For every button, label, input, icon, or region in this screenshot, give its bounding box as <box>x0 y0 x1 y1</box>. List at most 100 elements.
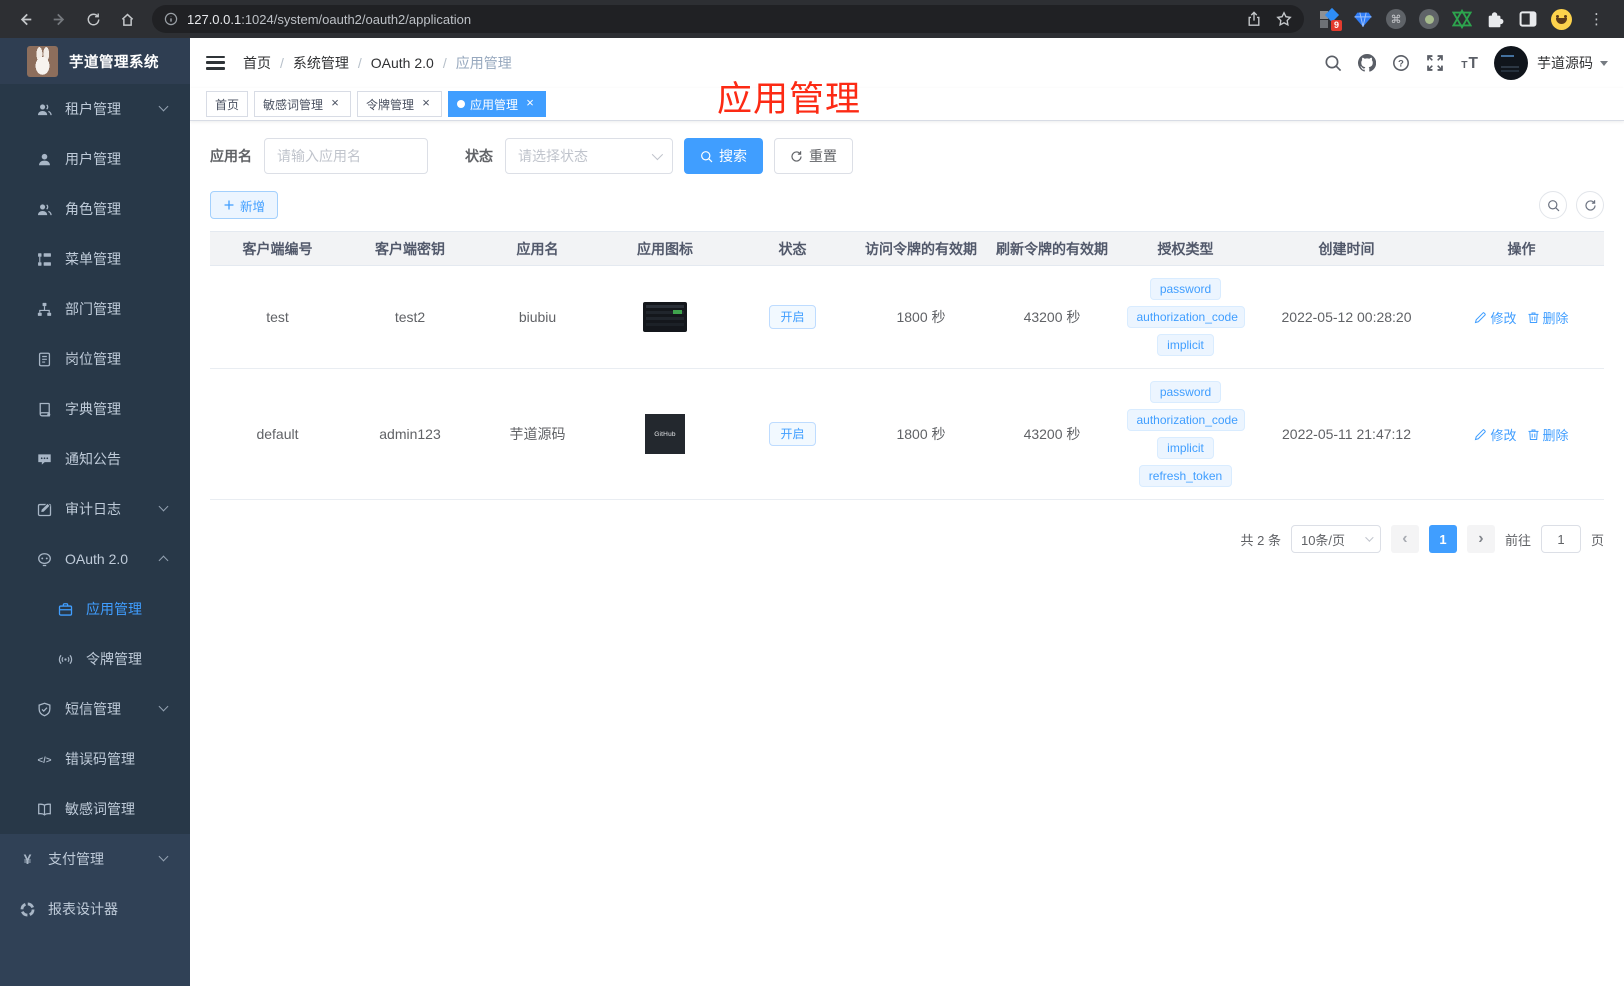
chevron-down-icon <box>1365 533 1374 542</box>
sidebar-root-block: ¥ 支付管理 报表设计器 <box>0 834 190 934</box>
briefcase-icon <box>57 601 73 617</box>
announce-icon <box>36 451 52 467</box>
fullscreen-icon[interactable] <box>1425 54 1444 73</box>
page-size-select[interactable]: 10条/页 <box>1290 525 1381 553</box>
badge-icon <box>36 351 52 367</box>
help-icon[interactable]: ? <box>1391 54 1410 73</box>
sidebar-item-sensitive-word[interactable]: 敏感词管理 <box>0 784 190 834</box>
filter-form: 应用名 状态 请选择状态 搜索 重置 <box>210 138 1604 174</box>
sidebar-submenu-block: 租户管理 用户管理 角色管理 菜单管理 部门管理 岗位管理 字典管理 通知公告 审计日志 OAut… <box>0 84 190 834</box>
reload-icon[interactable] <box>81 7 105 31</box>
grant-type-tag: password <box>1149 381 1222 403</box>
font-size-icon[interactable]: TT <box>1459 54 1478 73</box>
forward-icon[interactable] <box>47 7 71 31</box>
tab-sensitive-word[interactable]: 敏感词管理 × <box>254 91 352 117</box>
table-refresh-button[interactable] <box>1576 191 1604 219</box>
sidebar-item-sms[interactable]: 短信管理 <box>0 684 190 734</box>
search-button[interactable]: 搜索 <box>684 138 763 174</box>
sidebar-item-oauth2-token[interactable]: 令牌管理 <box>0 634 190 684</box>
delete-icon <box>1527 428 1540 441</box>
side-panel-icon[interactable] <box>1518 9 1538 29</box>
breadcrumb-separator: / <box>357 55 362 71</box>
sidebar-item-report-designer[interactable]: 报表设计器 <box>0 884 190 934</box>
username[interactable]: 芋道源码 <box>1537 53 1593 73</box>
page-content: 应用名 状态 请选择状态 搜索 重置 <box>190 121 1624 553</box>
sidebar-item-tenant[interactable]: 租户管理 <box>0 84 190 134</box>
svg-text:?: ? <box>1398 58 1404 69</box>
sidebar-item-role[interactable]: 角色管理 <box>0 184 190 234</box>
extension-record-icon[interactable] <box>1419 9 1439 29</box>
sidebar: 芋道管理系统 租户管理 用户管理 角色管理 菜单管理 部门管理 岗位管理 字典管理 通知公告审… <box>0 38 190 986</box>
extension-command-icon[interactable]: ⌘ <box>1386 9 1406 29</box>
sidebar-item-audit-log[interactable]: 审计日志 <box>0 484 190 534</box>
browser-menu-icon[interactable]: ⋮ <box>1585 10 1608 28</box>
tab-application[interactable]: 应用管理 × <box>448 91 547 117</box>
sidebar-item-user[interactable]: 用户管理 <box>0 134 190 184</box>
add-button[interactable]: 新增 <box>210 191 279 219</box>
site-info-icon[interactable] <box>164 12 178 26</box>
robot-icon <box>36 551 52 567</box>
extension-star-icon[interactable] <box>1452 9 1472 29</box>
next-page-button[interactable]: › <box>1466 525 1495 553</box>
breadcrumb-item[interactable]: 首页 <box>243 53 271 73</box>
table-toolbar: 新增 <box>210 191 1604 219</box>
caret-down-icon[interactable] <box>1600 60 1608 66</box>
extension-diamond-icon[interactable]: 9 <box>1320 7 1342 31</box>
column-header: 应用图标 <box>600 231 730 266</box>
users-icon <box>36 201 52 217</box>
page-number-current[interactable]: 1 <box>1428 525 1457 553</box>
edit-button[interactable]: 修改 <box>1474 308 1517 327</box>
breadcrumb-item[interactable]: 系统管理 <box>293 53 349 73</box>
sidebar-item-pay[interactable]: ¥ 支付管理 <box>0 834 190 884</box>
column-header: 访问令牌的有效期 <box>855 231 987 266</box>
sidebar-item-oauth2-application[interactable]: 应用管理 <box>0 584 190 634</box>
search-icon[interactable] <box>1323 54 1342 73</box>
log-icon <box>36 501 52 517</box>
sidebar-item-dept[interactable]: 部门管理 <box>0 284 190 334</box>
navbar-right: ? TT 芋道源码 <box>1308 46 1608 80</box>
logo[interactable]: 芋道管理系统 <box>0 38 190 84</box>
column-header: 状态 <box>730 231 855 266</box>
edit-button[interactable]: 修改 <box>1474 425 1517 444</box>
back-icon[interactable] <box>13 7 37 31</box>
close-icon[interactable]: × <box>523 96 537 111</box>
home-icon[interactable] <box>115 7 139 31</box>
extensions-puzzle-icon[interactable] <box>1485 9 1505 29</box>
chevron-down-icon <box>158 101 169 112</box>
sidebar-item-error-code[interactable]: </> 错误码管理 <box>0 734 190 784</box>
status-select[interactable]: 请选择状态 <box>505 138 673 174</box>
sidebar-item-post[interactable]: 岗位管理 <box>0 334 190 384</box>
extension-gem-icon[interactable] <box>1353 9 1373 29</box>
reset-button[interactable]: 重置 <box>774 138 853 174</box>
close-icon[interactable]: × <box>419 96 433 111</box>
profile-avatar-icon[interactable] <box>1551 8 1572 30</box>
grant-type-tag: authorization_code <box>1126 409 1245 431</box>
delete-button[interactable]: 删除 <box>1527 425 1569 444</box>
app-title: 芋道管理系统 <box>69 54 159 71</box>
github-icon[interactable] <box>1357 54 1376 73</box>
address-bar[interactable]: 127.0.0.1:1024/system/oauth2/oauth2/appl… <box>152 5 1304 33</box>
close-icon[interactable]: × <box>328 96 342 111</box>
share-icon[interactable] <box>1246 11 1262 27</box>
tab-token[interactable]: 令牌管理 × <box>357 91 443 117</box>
cell-access-validity: 1800 秒 <box>855 265 987 369</box>
prev-page-button[interactable]: ‹ <box>1390 525 1419 553</box>
total-count: 共 2 条 <box>1240 532 1281 548</box>
sidebar-item-notice[interactable]: 通知公告 <box>0 434 190 484</box>
chevron-down-icon <box>158 501 169 512</box>
bookmark-star-icon[interactable] <box>1276 11 1292 27</box>
grant-type-tag: refresh_token <box>1138 465 1233 487</box>
grant-type-tag: implicit <box>1157 334 1214 356</box>
sidebar-item-dict[interactable]: 字典管理 <box>0 384 190 434</box>
avatar[interactable] <box>1494 46 1528 80</box>
table-search-button[interactable] <box>1539 191 1567 219</box>
sidebar-item-oauth2[interactable]: OAuth 2.0 <box>0 534 190 584</box>
app-name-input[interactable] <box>264 138 428 174</box>
goto-label: 前往 <box>1504 532 1531 548</box>
delete-button[interactable]: 删除 <box>1527 308 1569 327</box>
hamburger-icon[interactable] <box>206 55 226 71</box>
tab-home[interactable]: 首页 <box>206 91 249 117</box>
goto-page-input[interactable] <box>1540 525 1581 553</box>
breadcrumb-item[interactable]: OAuth 2.0 <box>371 55 434 71</box>
sidebar-item-menu[interactable]: 菜单管理 <box>0 234 190 284</box>
